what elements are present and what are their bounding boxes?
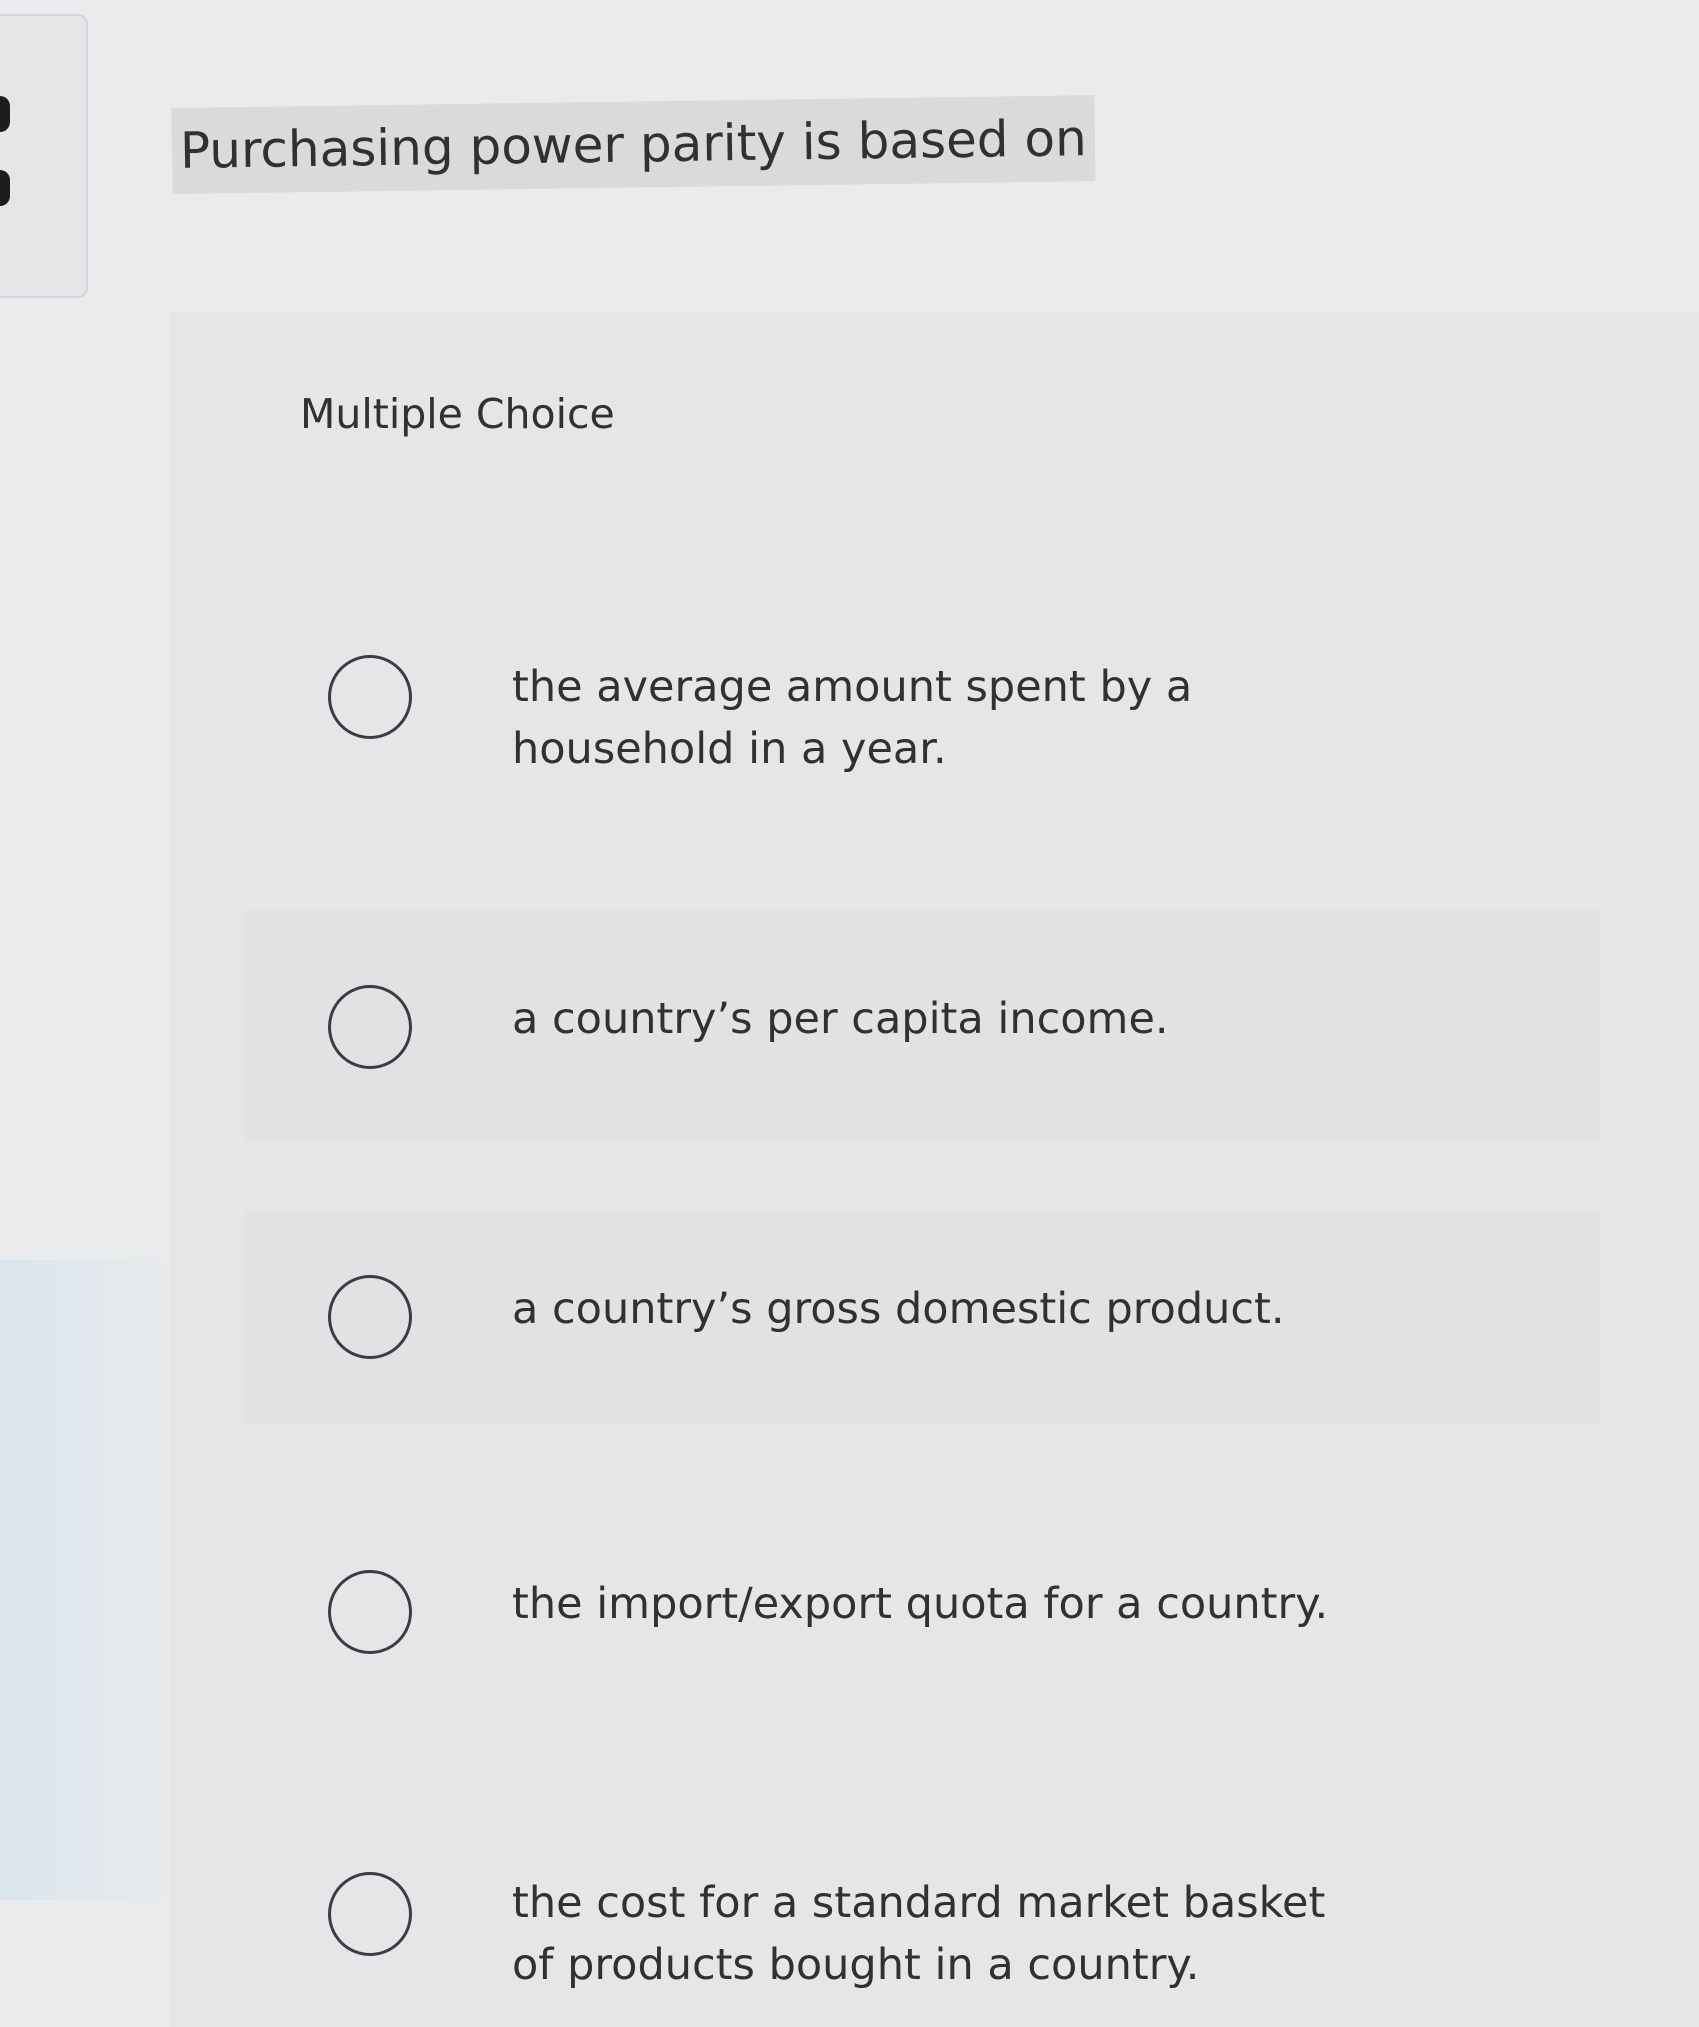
radio-button[interactable] xyxy=(328,1275,412,1359)
left-edge-marker xyxy=(0,170,10,206)
answer-option-text: the cost for a standard market basket of… xyxy=(512,1878,1326,1990)
answer-option[interactable]: the cost for a standard market basket of… xyxy=(318,1870,1608,2010)
multiple-choice-label: Multiple Choice xyxy=(300,390,615,438)
question-text: Purchasing power parity is based on xyxy=(171,95,1096,194)
answer-option-text: the average amount spent by a household … xyxy=(512,662,1193,774)
radio-button[interactable] xyxy=(328,1872,412,1956)
answer-option[interactable]: a country’s per capita income. xyxy=(318,985,1608,1085)
answer-option[interactable]: the average amount spent by a household … xyxy=(318,650,1608,800)
answer-option[interactable]: the import/export quota for a country. xyxy=(318,1570,1608,1670)
radio-button[interactable] xyxy=(328,1570,412,1654)
radio-button[interactable] xyxy=(328,985,412,1069)
answer-panel xyxy=(170,312,1699,2027)
radio-button[interactable] xyxy=(328,655,412,739)
answer-option-text: the import/export quota for a country. xyxy=(512,1579,1329,1629)
left-edge-marker xyxy=(0,96,10,132)
answer-option[interactable]: a country’s gross domestic product. xyxy=(318,1275,1608,1375)
answer-option-text: a country’s per capita income. xyxy=(512,994,1169,1044)
screen-glare xyxy=(0,1260,180,1900)
left-edge-panel xyxy=(0,14,88,298)
answer-option-text: a country’s gross domestic product. xyxy=(512,1284,1285,1334)
